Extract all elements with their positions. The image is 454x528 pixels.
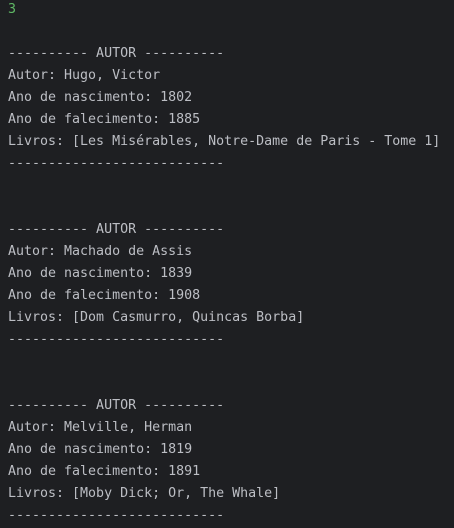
author-header: ---------- AUTOR ---------- <box>8 222 225 237</box>
author-books: Livros: [Les Misérables, Notre-Dame de P… <box>8 134 441 149</box>
author-block: ---------- AUTOR ---------- Autor: Macha… <box>8 219 454 351</box>
author-birth-year: Ano de nascimento: 1819 <box>8 442 193 457</box>
author-books: Livros: [Moby Dick; Or, The Whale] <box>8 486 281 501</box>
author-death-year: Ano de falecimento: 1908 <box>8 288 201 303</box>
author-footer: --------------------------- <box>8 332 225 347</box>
author-death-year: Ano de falecimento: 1891 <box>8 464 201 479</box>
author-books: Livros: [Dom Casmurro, Quincas Borba] <box>8 310 305 325</box>
author-footer: --------------------------- <box>8 508 225 523</box>
author-birth-year: Ano de nascimento: 1839 <box>8 266 193 281</box>
author-header: ---------- AUTOR ---------- <box>8 46 225 61</box>
author-birth-year: Ano de nascimento: 1802 <box>8 90 193 105</box>
author-death-year: Ano de falecimento: 1885 <box>8 112 201 127</box>
author-block: ---------- AUTOR ---------- Autor: Melvi… <box>8 395 454 527</box>
console-output[interactable]: 3 ---------- AUTOR ---------- Autor: Hug… <box>0 0 454 527</box>
author-block: ---------- AUTOR ---------- Autor: Hugo,… <box>8 43 454 175</box>
author-name: Autor: Machado de Assis <box>8 244 193 259</box>
author-name: Autor: Hugo, Victor <box>8 68 161 83</box>
author-header: ---------- AUTOR ---------- <box>8 398 225 413</box>
user-input-line: 3 <box>8 2 17 17</box>
author-footer: --------------------------- <box>8 156 225 171</box>
author-name: Autor: Melville, Herman <box>8 420 193 435</box>
